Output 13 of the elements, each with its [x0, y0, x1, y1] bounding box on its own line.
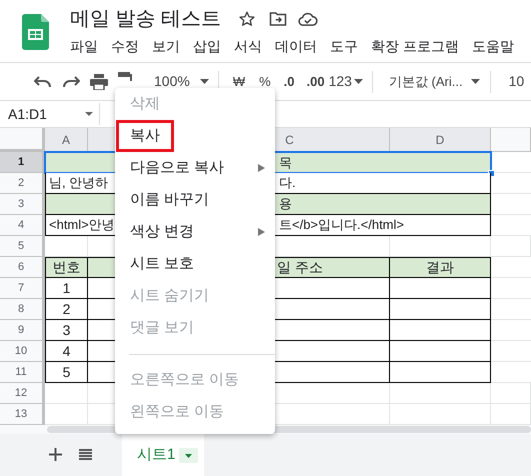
cell-text: 다. [278, 174, 296, 192]
table-cell: 2 [45, 299, 88, 320]
table-cell: 4 [45, 341, 88, 362]
cell-text: 님, 안녕하 [48, 174, 108, 192]
table-cell: 1 [45, 278, 88, 299]
table-cell: 5 [45, 362, 88, 383]
cell-text: <html>안녕 [48, 216, 115, 234]
table-cell: 3 [45, 320, 88, 341]
cell-text: 트</b>입니다.</html> [278, 216, 404, 234]
cell-text: 용 [278, 195, 292, 214]
header-cell: 번호 [45, 257, 88, 278]
cell-text: 목 [278, 154, 292, 172]
header-cell: 결과 [390, 257, 491, 278]
